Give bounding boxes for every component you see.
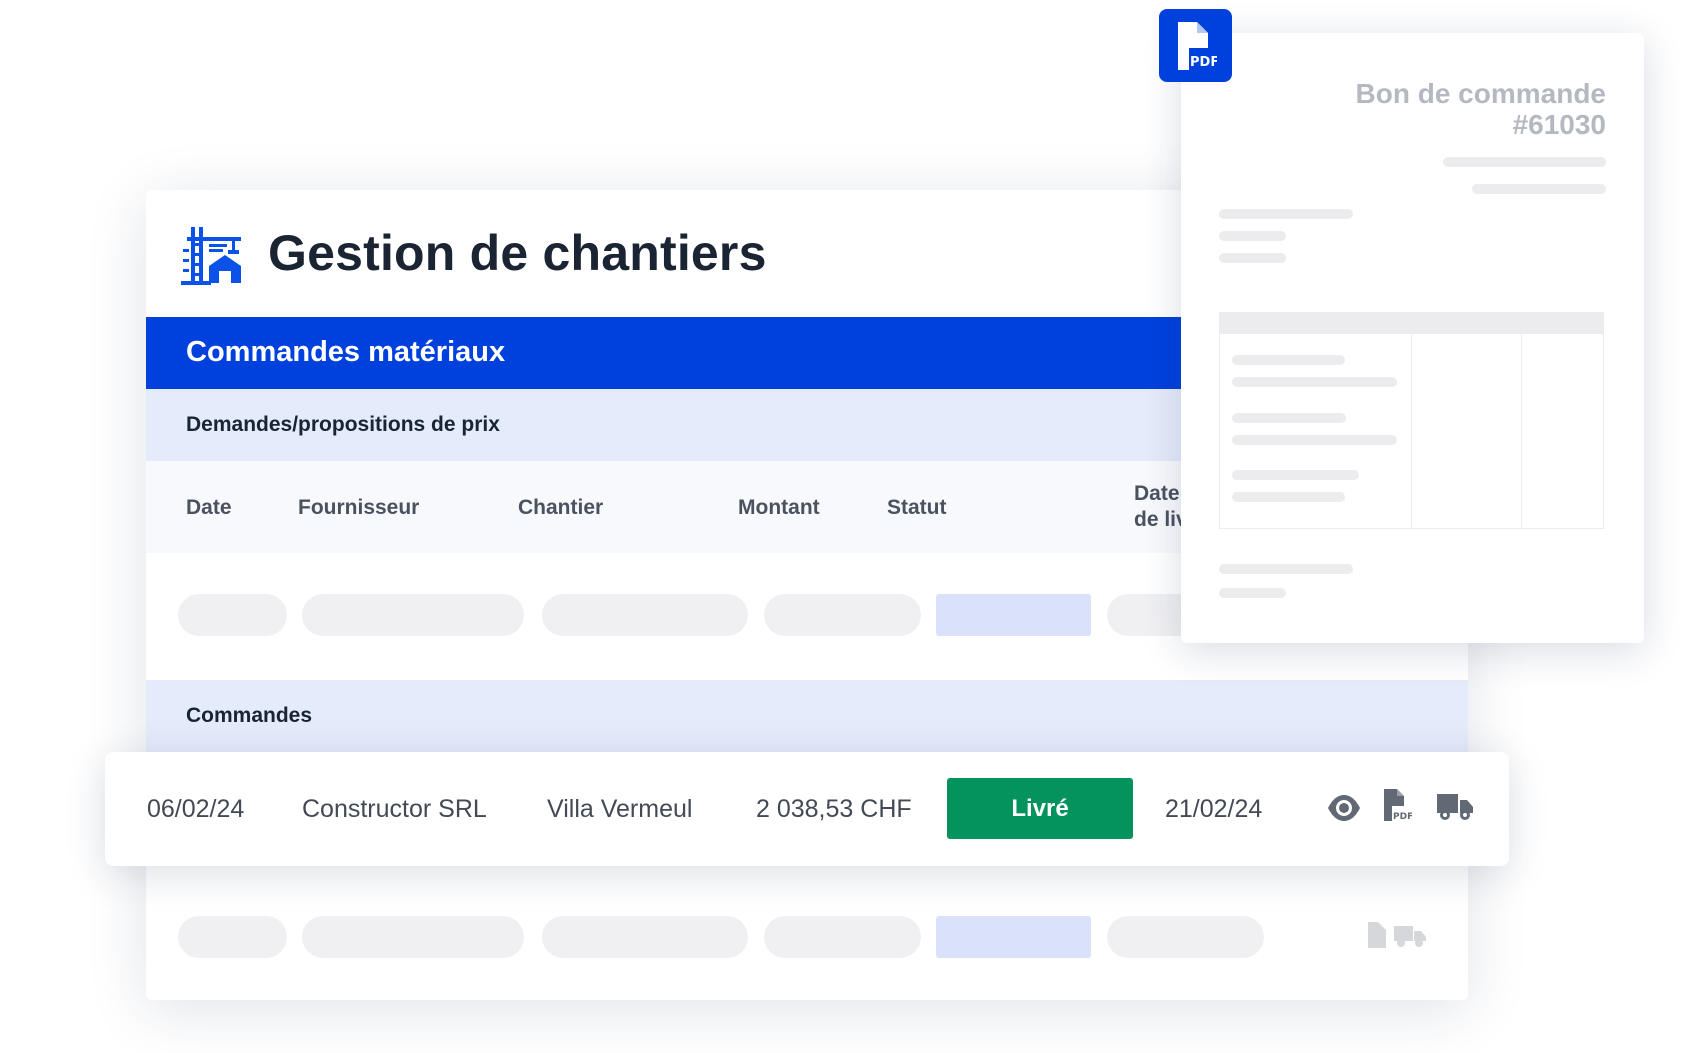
text-placeholder — [1219, 253, 1286, 263]
status-badge: Livré — [947, 778, 1133, 839]
order-site: Villa Vermeul — [547, 795, 693, 823]
eye-icon — [1328, 795, 1360, 821]
skeleton-cell — [178, 916, 287, 958]
orders-subsection-header: Commandes — [146, 680, 1468, 752]
text-placeholder — [1472, 184, 1606, 194]
text-placeholder — [1219, 588, 1286, 598]
column-header-supplier[interactable]: Fournisseur — [298, 495, 419, 521]
pdf-file-icon: PDF — [1384, 789, 1413, 822]
skeleton-cell — [302, 916, 524, 958]
text-placeholder — [1232, 413, 1346, 423]
skeleton-cell — [178, 594, 287, 636]
text-placeholder — [1232, 355, 1345, 365]
text-placeholder — [1219, 564, 1353, 574]
pdf-preview: Bon de commande #61030 — [1181, 33, 1644, 643]
skeleton-status — [936, 916, 1091, 958]
skeleton-status — [936, 594, 1091, 636]
svg-text:PDF: PDF — [1393, 812, 1412, 821]
pdf-table — [1219, 312, 1604, 529]
crane-building-icon — [181, 223, 245, 287]
pdf-badge-label: PDF — [1190, 55, 1217, 70]
column-header-status[interactable]: Statut — [887, 495, 947, 521]
text-placeholder — [1232, 470, 1359, 480]
text-placeholder — [1232, 435, 1397, 445]
placeholder-row-actions — [1366, 922, 1430, 953]
quotes-subsection-title: Demandes/propositions de prix — [186, 413, 500, 436]
truck-icon — [1394, 926, 1427, 947]
divider — [1411, 334, 1412, 529]
view-order-button[interactable] — [1327, 793, 1361, 828]
pdf-title: Bon de commande #61030 — [1356, 78, 1606, 140]
column-header-date[interactable]: Date — [186, 495, 232, 521]
skeleton-cell — [764, 594, 921, 636]
text-placeholder — [1219, 209, 1353, 219]
order-supplier: Constructor SRL — [302, 795, 487, 823]
skeleton-cell — [764, 916, 921, 958]
text-placeholder — [1443, 157, 1606, 167]
truck-icon — [1437, 794, 1473, 820]
delivery-button[interactable] — [1437, 792, 1473, 827]
skeleton-cell — [542, 916, 748, 958]
order-delivery-date: 21/02/24 — [1165, 795, 1263, 823]
pdf-table-header — [1220, 313, 1603, 334]
app-title: Gestion de chantiers — [268, 225, 767, 281]
download-pdf-button[interactable]: PDF — [1382, 789, 1413, 826]
column-header-delivery-date[interactable]: Date de liv — [1134, 481, 1188, 533]
table-row[interactable]: 06/02/24 Constructor SRL Villa Vermeul 2… — [105, 752, 1509, 866]
skeleton-cell — [1107, 916, 1264, 958]
order-date: 06/02/24 — [147, 795, 245, 823]
pdf-order-number: #61030 — [1512, 109, 1606, 140]
text-placeholder — [1219, 231, 1286, 241]
column-header-amount[interactable]: Montant — [738, 495, 820, 521]
skeleton-cell — [542, 594, 748, 636]
orders-subsection-title: Commandes — [186, 704, 313, 727]
order-amount: 2 038,53 CHF — [756, 795, 912, 823]
text-placeholder — [1232, 492, 1345, 502]
pdf-badge[interactable]: PDF — [1159, 9, 1232, 82]
skeleton-cell — [302, 594, 524, 636]
divider — [1521, 334, 1522, 529]
pdf-title-label: Bon de commande — [1355, 78, 1606, 109]
text-placeholder — [1232, 377, 1397, 387]
column-header-site[interactable]: Chantier — [518, 495, 603, 521]
pdf-file-icon: PDF — [1178, 22, 1217, 70]
section-title: Commandes matériaux — [186, 336, 506, 368]
pdf-file-icon — [1368, 922, 1386, 948]
